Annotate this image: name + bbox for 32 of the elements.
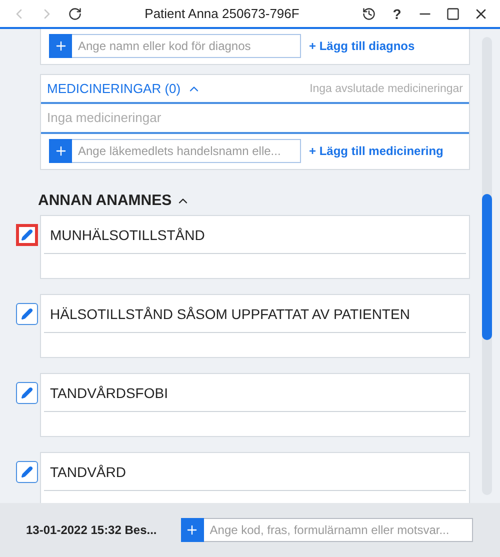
pencil-icon [21,387,33,399]
edit-button[interactable] [16,382,38,404]
empty-medications-text: Inga medicineringar [47,110,162,125]
pencil-icon [21,308,33,320]
ended-medications-note: Inga avslutade medicineringar [310,82,463,94]
scrollbar-track[interactable] [482,37,492,495]
edit-button[interactable] [16,461,38,483]
help-button[interactable]: ? [386,2,408,24]
plus-icon [185,523,200,537]
section-heading[interactable]: ANNAN ANAMNES [38,192,190,209]
edit-button[interactable] [16,224,38,246]
search-field[interactable]: Ange kod, fras, formulärnamn eller motsvar... [204,518,473,542]
anamnesis-title: MUNHÄLSOTILLSTÅND [44,216,466,254]
plus-button[interactable] [49,139,72,163]
anamnesis-title: HÄLSOTILLSTÅND SÅSOM UPPFATTAT AV PATIENTEN [44,295,466,333]
window-title: Patient Anna 250673-796F [144,6,300,21]
diagnosis-field[interactable]: Ange namn eller kod för diagnos [72,34,301,58]
add-medication-link[interactable]: + Lägg till medicinering [309,144,444,158]
medication-field[interactable]: Ange läkemedlets handelsnamn elle... [72,139,301,163]
plus-icon [54,144,68,158]
visit-label: 13-01-2022 15:32 Bes... [26,523,157,537]
pencil-icon [21,229,33,241]
add-diagnosis-link[interactable]: + Lägg till diagnos [309,39,415,53]
anamnesis-title: TANDVÅRD [44,453,466,491]
pencil-icon [21,466,33,478]
medications-toggle[interactable]: MEDICINERINGAR (0) [47,81,201,96]
plus-button[interactable] [180,518,204,542]
anamnesis-title: TANDVÅRDSFOBI [44,374,466,412]
plus-button[interactable] [49,34,72,58]
scrollbar-thumb[interactable] [482,194,492,340]
edit-button[interactable] [16,303,38,325]
plus-icon [54,39,68,53]
